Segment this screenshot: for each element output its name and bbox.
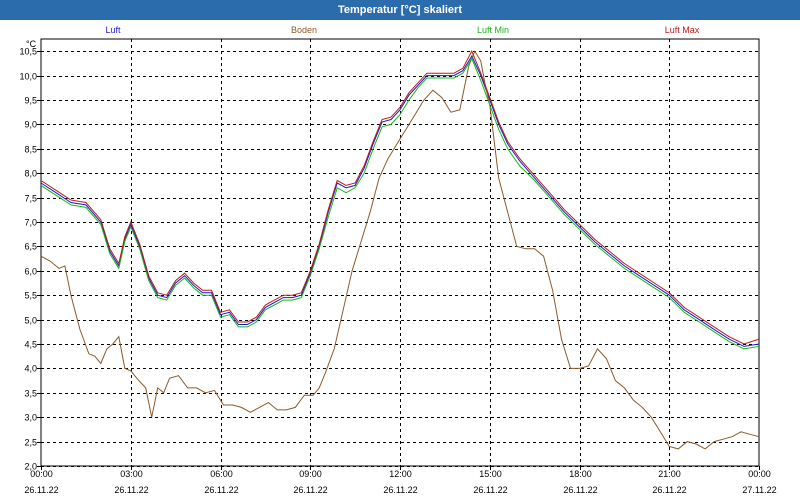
y-tick-label: 8,0: [24, 169, 37, 179]
y-tick-label: 4,5: [24, 340, 37, 350]
y-tick-label: 9,5: [24, 96, 37, 106]
y-tick-label: 8,5: [24, 145, 37, 155]
x-tick-date-label: 26.11.22: [563, 485, 597, 495]
legend-entry-luft-max: Luft Max: [665, 25, 700, 35]
y-tick-label: 3,0: [24, 413, 37, 423]
x-tick-time-label: 21:00: [658, 469, 681, 479]
x-tick-date-label: 26.11.22: [24, 485, 58, 495]
y-tick-label: 7,5: [24, 194, 37, 204]
x-tick-date-label: 27.11.22: [742, 485, 776, 495]
y-tick-label: 4,0: [24, 364, 37, 374]
legend-entry-luft: Luft: [105, 25, 121, 35]
y-tick-label: 6,0: [24, 267, 37, 277]
y-tick-label: 2,5: [24, 438, 37, 448]
x-tick-time-label: 15:00: [479, 469, 502, 479]
x-tick-date-label: 26.11.22: [204, 485, 238, 495]
x-tick-date-label: 26.11.22: [383, 485, 417, 495]
x-tick-time-label: 12:00: [389, 469, 412, 479]
legend-entry-boden: Boden: [291, 25, 317, 35]
x-tick-date-label: 26.11.22: [293, 485, 327, 495]
x-tick-date-label: 26.11.22: [473, 485, 507, 495]
y-tick-label: 3,5: [24, 389, 37, 399]
y-tick-label: 6,5: [24, 242, 37, 252]
y-tick-label: 10,0: [19, 72, 37, 82]
x-tick-date-label: 26.11.22: [114, 485, 148, 495]
chart-window: Temperatur [°C] skaliert 2,0 2,5 3,0 3,5 4,0…: [0, 0, 800, 500]
x-tick-time-label: 00:00: [30, 469, 53, 479]
y-tick-label: 5,0: [24, 316, 37, 326]
x-tick-time-label: 00:00: [748, 469, 771, 479]
x-tick-date-label: 26.11.22: [652, 485, 686, 495]
legend-entry-luft-min: Luft Min: [477, 25, 509, 35]
x-tick-time-label: 03:00: [120, 469, 143, 479]
y-tick-label: 5,5: [24, 291, 37, 301]
y-axis-unit-label: °C: [26, 39, 37, 49]
x-tick-time-label: 09:00: [299, 469, 322, 479]
legend: Luft Boden Luft Min Luft Max: [105, 25, 699, 35]
x-tick-time-label: 06:00: [210, 469, 233, 479]
x-tick-time-label: 18:00: [569, 469, 592, 479]
chart-svg: 2,02,53,03,54,04,55,05,56,06,57,07,58,08…: [19, 25, 776, 495]
y-tick-label: 7,0: [24, 218, 37, 228]
y-tick-label: 9,0: [24, 120, 37, 130]
